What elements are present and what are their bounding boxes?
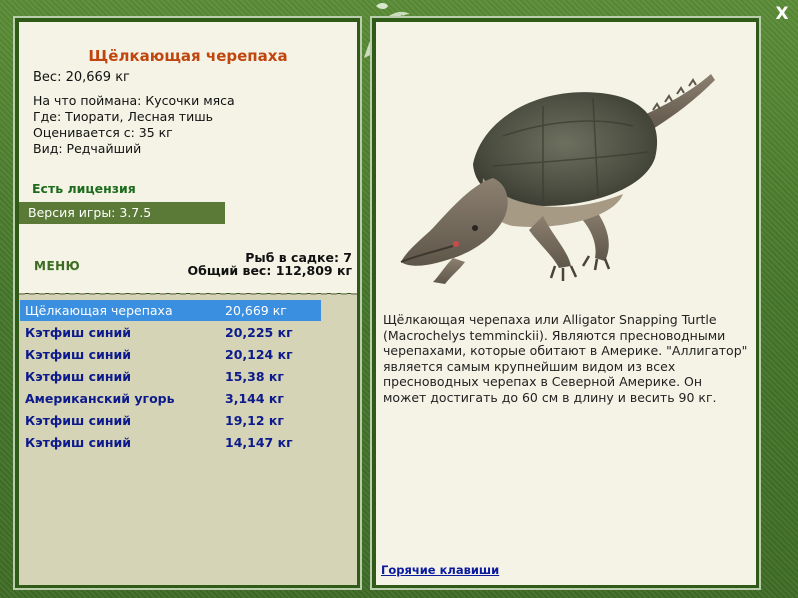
catch-list-row[interactable]: Щёлкающая черепаха 20,669 кг — [20, 300, 321, 321]
catch-list-row[interactable]: Кэтфиш синий 15,38 кг — [20, 366, 321, 387]
fish-value: Оценивается с: 35 кг — [33, 125, 173, 140]
fish-rarity: Вид: Редчайший — [33, 141, 142, 156]
fish-weight: Вес: 20,669 кг — [33, 70, 130, 85]
catch-fish-name: Кэтфиш синий — [25, 369, 131, 384]
catch-fish-weight: 3,144 кг — [225, 391, 284, 406]
catch-list-row[interactable]: Американский угорь 3,144 кг — [20, 388, 321, 409]
hotkeys-link[interactable]: Горячие клавиши — [381, 563, 499, 577]
catch-fish-name: Кэтфиш синий — [25, 413, 131, 428]
version-label: Версия игры: 3.7.5 — [19, 202, 225, 224]
fish-description: Щёлкающая черепаха или Alligator Snappin… — [383, 312, 748, 405]
catch-fish-weight: 20,124 кг — [225, 347, 293, 362]
catch-fish-weight: 19,12 кг — [225, 413, 284, 428]
catch-list-row[interactable]: Кэтфиш синий 20,124 кг — [20, 344, 321, 365]
total-weight: Общий вес: 112,809 кг — [187, 263, 353, 278]
fish-title: Щёлкающая черепаха — [88, 47, 288, 65]
catch-list-row[interactable]: Кэтфиш синий 14,147 кг — [20, 432, 321, 453]
divider — [19, 293, 357, 295]
catch-fish-weight: 20,225 кг — [225, 325, 293, 340]
license-status: Есть лицензия — [32, 181, 136, 196]
fish-location: Где: Тиорати, Лесная тишь — [33, 109, 213, 124]
catch-fish-name: Кэтфиш синий — [25, 435, 131, 450]
catch-fish-weight: 15,38 кг — [225, 369, 284, 384]
menu-button[interactable]: МЕНЮ — [34, 259, 80, 273]
catch-list-row[interactable]: Кэтфиш синий 20,225 кг — [20, 322, 321, 343]
catch-fish-name: Кэтфиш синий — [25, 325, 131, 340]
turtle-image — [400, 74, 715, 284]
catch-fish-name: Щёлкающая черепаха — [25, 303, 173, 318]
catch-fish-name: Кэтфиш синий — [25, 347, 131, 362]
catch-fish-weight: 20,669 кг — [225, 303, 287, 318]
catch-fish-weight: 14,147 кг — [225, 435, 293, 450]
catch-list-row[interactable]: Кэтфиш синий 19,12 кг — [20, 410, 321, 431]
catch-fish-name: Американский угорь — [25, 391, 175, 406]
close-button[interactable]: X — [772, 4, 792, 24]
fish-bait: На что поймана: Кусочки мяса — [33, 93, 235, 108]
